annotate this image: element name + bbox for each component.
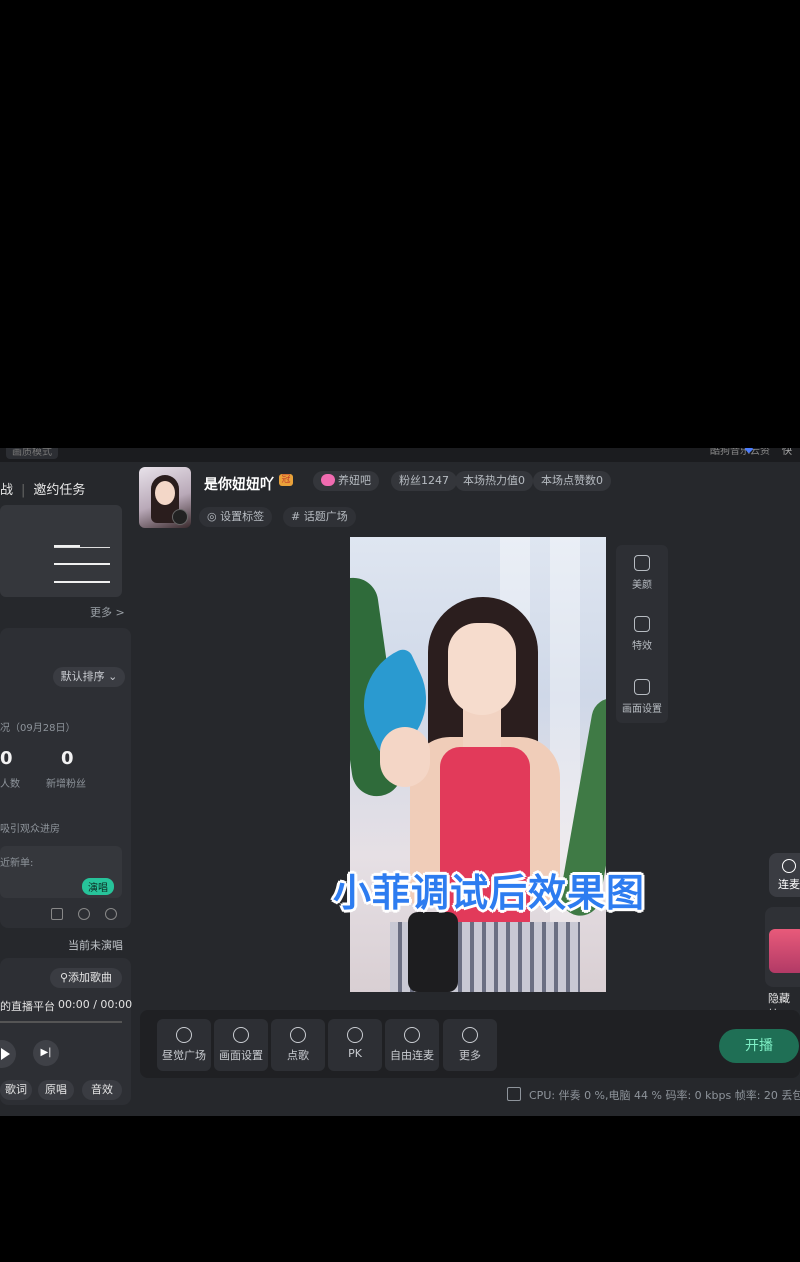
crown-icon: 冠 — [279, 474, 293, 486]
not-singing-status: 当前未演唱 — [68, 939, 123, 952]
recent-orders-box: 近新单: 演唱 — [0, 846, 122, 898]
likes-count-tag: 本场点赞数0 — [533, 471, 611, 491]
toolbar-button-pk[interactable]: PK — [328, 1019, 382, 1071]
beauty-label: 美颜 — [632, 580, 652, 591]
title-bar: 画质模式 酷狗音乐云资 快 — [0, 448, 800, 462]
square-icon — [176, 1027, 192, 1043]
stat-value-viewers: 0 — [0, 748, 13, 769]
fan-club-tag[interactable]: 养妞吧 — [313, 471, 379, 491]
picture-settings-label: 画面设置 — [622, 704, 662, 715]
tab-divider: | — [21, 483, 26, 498]
original-vocal-button[interactable]: 原唱 — [38, 1080, 74, 1100]
video-caption: 小菲调试后效果图 — [333, 871, 646, 915]
picture-icon — [634, 679, 650, 695]
status-text: CPU: 伴奏 0 %,电脑 44 % 码率: 0 kbps 帧率: 20 丢包… — [529, 1089, 800, 1102]
co-host-label: 连麦 — [778, 878, 800, 891]
effects-icon — [634, 616, 650, 632]
toolbar-label: PK — [348, 1047, 362, 1060]
music-note-icon — [290, 1027, 306, 1043]
more-icon — [462, 1027, 478, 1043]
promo-image — [769, 929, 800, 973]
toolbar-button-free-link[interactable]: 自由连麦 — [385, 1019, 439, 1071]
toolbar-button-picture[interactable]: 画面设置 — [214, 1019, 268, 1071]
stat-value-new-fans: 0 — [61, 748, 74, 769]
edit-avatar-icon[interactable] — [172, 509, 188, 525]
title-bar-left-label: 画质模式 — [6, 448, 58, 459]
fan-club-label: 养妞吧 — [338, 474, 371, 487]
toolbar-label: 画面设置 — [219, 1049, 263, 1062]
title-bar-right-label: 酷狗音乐云资 — [710, 448, 770, 457]
toolbar-button-square[interactable]: 昼觉广场 — [157, 1019, 211, 1071]
left-tabs: 战 | 邀约任务 — [0, 479, 85, 498]
toolbar-label: 自由连麦 — [390, 1049, 434, 1062]
recent-label: 近新单: — [0, 858, 34, 869]
tab-prev[interactable]: 战 — [0, 483, 13, 498]
promo-widget[interactable] — [765, 907, 800, 987]
lyrics-button[interactable]: 歌词 — [0, 1080, 32, 1100]
platform-label: 的直播平台 — [0, 1000, 55, 1013]
help-icon[interactable] — [105, 908, 117, 920]
chevron-down-icon: ⌄ — [108, 670, 118, 683]
stats-date: 况（09月28日） — [0, 723, 76, 734]
video-preview — [350, 537, 606, 992]
sing-badge[interactable]: 演唱 — [82, 878, 114, 895]
co-host-button[interactable]: 连麦 — [769, 853, 800, 897]
task-chart-card — [0, 505, 122, 597]
add-song-button[interactable]: ⚲添加歌曲 — [50, 968, 122, 988]
picture-settings-tool[interactable]: 画面设置 — [616, 679, 668, 715]
stat-label-new-fans: 新增粉丝 — [46, 779, 86, 790]
status-line: CPU: 伴奏 0 %,电脑 44 % 码率: 0 kbps 帧率: 20 丢包… — [507, 1087, 800, 1103]
playback-time: 00:00 / 00:00 — [58, 998, 133, 1011]
toolbar-label: 昼觉广场 — [162, 1049, 206, 1062]
more-link[interactable]: 更多 > — [90, 604, 125, 620]
tip-text: 吸引观众进房 — [0, 824, 60, 835]
picture-settings-icon — [233, 1027, 249, 1043]
beauty-tool[interactable]: 美颜 — [616, 555, 668, 591]
avatar-face — [155, 481, 175, 505]
send-icon[interactable] — [51, 908, 63, 920]
add-song-label: 添加歌曲 — [68, 971, 113, 984]
person-hand — [380, 727, 430, 787]
person-face — [448, 623, 516, 715]
avatar[interactable] — [139, 467, 191, 528]
microphone — [408, 912, 458, 992]
toolbar-label: 更多 — [459, 1049, 481, 1062]
toolbar-button-song[interactable]: 点歌 — [271, 1019, 325, 1071]
next-track-button[interactable]: ▶| — [33, 1040, 59, 1066]
effects-tool[interactable]: 特效 — [616, 616, 668, 652]
topic-square-button[interactable]: # 话题广场 — [283, 507, 356, 527]
tab-invite-tasks[interactable]: 邀约任务 — [33, 483, 85, 498]
stat-label-viewers: 人数 — [0, 779, 20, 790]
start-live-button[interactable]: 开播 — [719, 1029, 799, 1063]
beauty-icon — [634, 555, 650, 571]
phone-icon — [782, 859, 796, 873]
sort-label: 默认排序 — [60, 670, 105, 683]
chart-line — [54, 563, 110, 565]
chart-icon — [507, 1087, 521, 1101]
side-tools-panel: 美颜 特效 画面设置 — [616, 545, 668, 723]
toolbar-button-more[interactable]: 更多 — [443, 1019, 497, 1071]
lightning-icon — [347, 1027, 363, 1043]
sort-dropdown[interactable]: 默认排序 ⌄ — [53, 667, 125, 687]
search-icon: ⚲ — [59, 971, 69, 984]
link-icon — [404, 1027, 420, 1043]
streamer-name: 是你妞妞吖 — [204, 477, 274, 493]
effects-label: 特效 — [632, 641, 652, 652]
target-icon[interactable] — [78, 908, 90, 920]
fans-count-tag: 粉丝1247 — [391, 471, 457, 491]
heat-value-tag: 本场热力值0 — [455, 471, 533, 491]
logo-icon: 快 — [782, 448, 792, 457]
sound-effect-button[interactable]: 音效 — [82, 1080, 122, 1100]
set-tags-button[interactable]: ◎ 设置标签 — [199, 507, 273, 527]
chart-line — [54, 547, 110, 548]
heart-icon — [321, 474, 335, 486]
chart-line — [54, 581, 110, 583]
playback-progress[interactable] — [0, 1021, 122, 1023]
toolbar-label: 点歌 — [287, 1049, 309, 1062]
